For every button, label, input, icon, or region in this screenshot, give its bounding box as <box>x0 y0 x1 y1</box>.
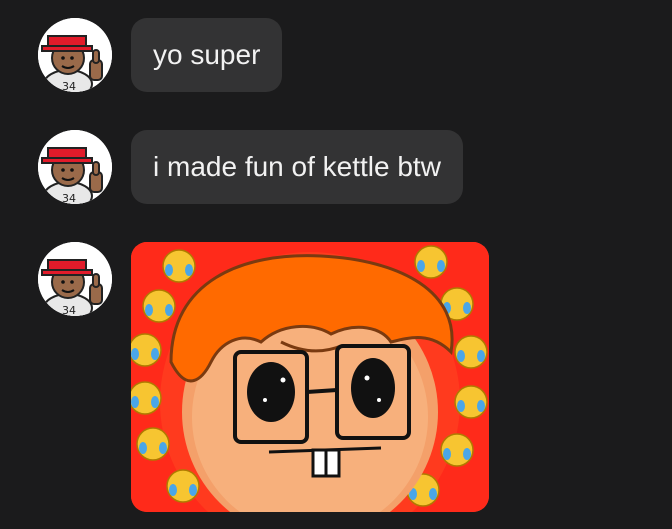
thumbs-up-character-icon: 34 <box>38 130 112 204</box>
message-bubble[interactable]: i made fun of kettle btw <box>131 130 463 204</box>
avatar[interactable]: 34 <box>38 242 112 316</box>
avatar[interactable]: 34 <box>38 130 112 204</box>
chat-thread: 34 yo super 34 i made fun of kettle btw … <box>0 0 672 529</box>
jersey-number: 34 <box>62 80 76 92</box>
message-row: 34 i made fun of kettle btw <box>38 130 463 204</box>
message-text: yo super <box>153 39 261 70</box>
image-attachment[interactable] <box>131 242 489 512</box>
avatar[interactable]: 34 <box>38 18 112 92</box>
message-bubble[interactable]: yo super <box>131 18 283 92</box>
cartoon-face-image <box>131 242 489 512</box>
thumbs-up-character-icon: 34 <box>38 242 112 316</box>
jersey-number: 34 <box>62 304 76 316</box>
jersey-number: 34 <box>62 192 76 204</box>
message-text: i made fun of kettle btw <box>153 151 441 182</box>
message-row: 34 <box>38 242 489 512</box>
message-row: 34 yo super <box>38 18 283 92</box>
thumbs-up-character-icon: 34 <box>38 18 112 92</box>
